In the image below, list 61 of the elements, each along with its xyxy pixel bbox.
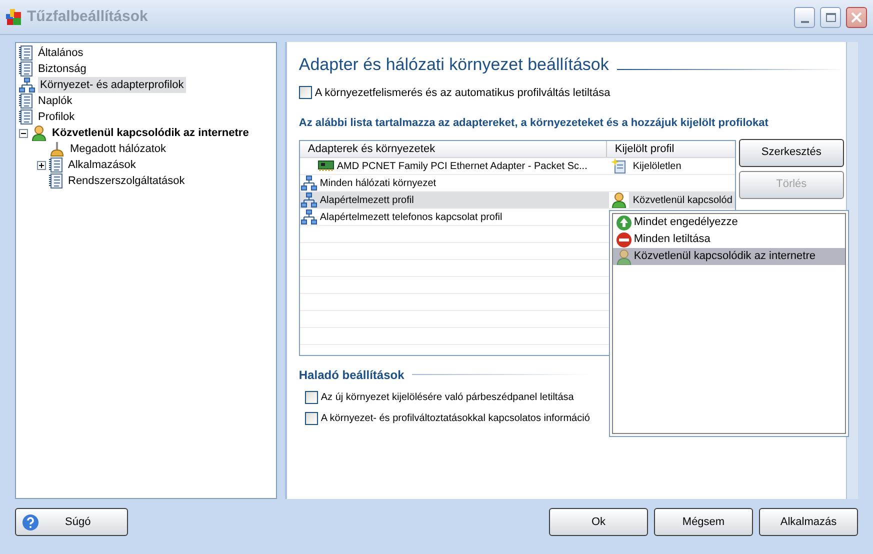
close-icon <box>851 12 862 22</box>
tree-item[interactable]: Megadott hálózatok <box>68 140 168 158</box>
user-icon <box>31 125 47 141</box>
maximize-button[interactable] <box>820 6 841 28</box>
network-icon <box>300 192 317 208</box>
network-card-icon <box>318 160 334 172</box>
tree-item[interactable]: Profilok <box>36 108 77 126</box>
tree-item[interactable]: Általános <box>36 44 86 62</box>
help-button[interactable]: Súgó <box>15 508 128 536</box>
checkbox[interactable] <box>304 390 318 404</box>
panel-title: Adapter és hálózati környezet beállítások <box>298 54 609 76</box>
section-heading: Haladó beállítások <box>298 366 404 384</box>
help-icon <box>22 514 39 530</box>
table-row[interactable]: Alapértelmezett profil Közvetlenül kapcsolód <box>300 192 735 209</box>
tree-item[interactable]: Rendszerszolgáltatások <box>66 172 187 190</box>
button[interactable]: Szerkesztés <box>738 138 844 166</box>
network-icon <box>19 77 35 93</box>
document-icon <box>19 93 33 109</box>
table-cell-text: Kijelöletlen <box>632 160 682 174</box>
button[interactable]: Mégsem <box>654 508 753 536</box>
table-cell-text: Közvetlenül kapcsolód <box>632 194 732 208</box>
network-icon <box>300 209 317 225</box>
column-header[interactable]: Adapterek és környezetek <box>300 140 607 157</box>
document-icon <box>49 173 63 189</box>
document-icon <box>49 157 63 173</box>
checkbox[interactable] <box>304 412 318 424</box>
table-cell-text: Alapértelmezett telefonos kapcsolat profil <box>320 210 502 224</box>
document-star-icon <box>610 158 627 174</box>
close-button[interactable] <box>846 6 867 28</box>
table-row[interactable]: AMD PCNET Family PCI Ethernet Adapter - Packet Sc... Kijelöletlen <box>300 158 735 175</box>
tree-item[interactable]: Közvetlenül kapcsolódik az internetre <box>50 124 251 142</box>
collapse-icon[interactable] <box>19 128 28 138</box>
plug-icon <box>49 141 65 157</box>
tree-item[interactable]: Alkalmazások <box>66 156 138 174</box>
document-icon <box>19 109 33 125</box>
button[interactable]: Ok <box>549 508 648 536</box>
table-cell-text: Minden hálózati környezet <box>320 176 436 190</box>
table-cell-text: AMD PCNET Family PCI Ethernet Adapter - Packet Sc... <box>336 160 588 174</box>
dropdown-option[interactable]: Közvetlenül kapcsolódik az internetre <box>612 248 845 265</box>
checkbox-label: A környezetfelismerés és az automatikus profilváltás letiltása <box>314 86 610 100</box>
column-header[interactable]: Kijelölt profil <box>606 140 735 157</box>
checkbox[interactable] <box>298 86 312 100</box>
user-icon <box>616 248 632 264</box>
tree-item[interactable]: Biztonság <box>36 60 88 78</box>
tree-item[interactable]: Környezet- és adapterprofilok <box>38 76 186 94</box>
app-logo-icon <box>6 9 22 25</box>
document-icon <box>19 45 33 61</box>
user-icon <box>610 192 627 208</box>
dropdown-option[interactable]: Minden letiltása <box>612 231 845 248</box>
window-title: Tűzfalbeállítások <box>27 6 149 27</box>
button[interactable]: Alkalmazás <box>759 508 858 536</box>
network-icon <box>300 175 317 191</box>
minimize-button[interactable] <box>794 6 815 28</box>
no-entry-icon <box>616 232 632 248</box>
checkbox-label: Az új környezet kijelölésére való párbeszédpanel letiltása <box>320 390 574 404</box>
checkbox-label: A környezet- és profilváltoztatásokkal kapcsolatos információ <box>320 412 590 426</box>
section-heading: Az alábbi lista tartalmazza az adaptereket, a környezeteket és a hozzájuk kijelölt profilokat <box>298 116 770 131</box>
tree-item[interactable]: Naplók <box>36 92 74 110</box>
expand-icon[interactable] <box>37 160 46 170</box>
table-cell-text: Alapértelmezett profil <box>320 194 414 208</box>
document-icon <box>19 61 33 77</box>
